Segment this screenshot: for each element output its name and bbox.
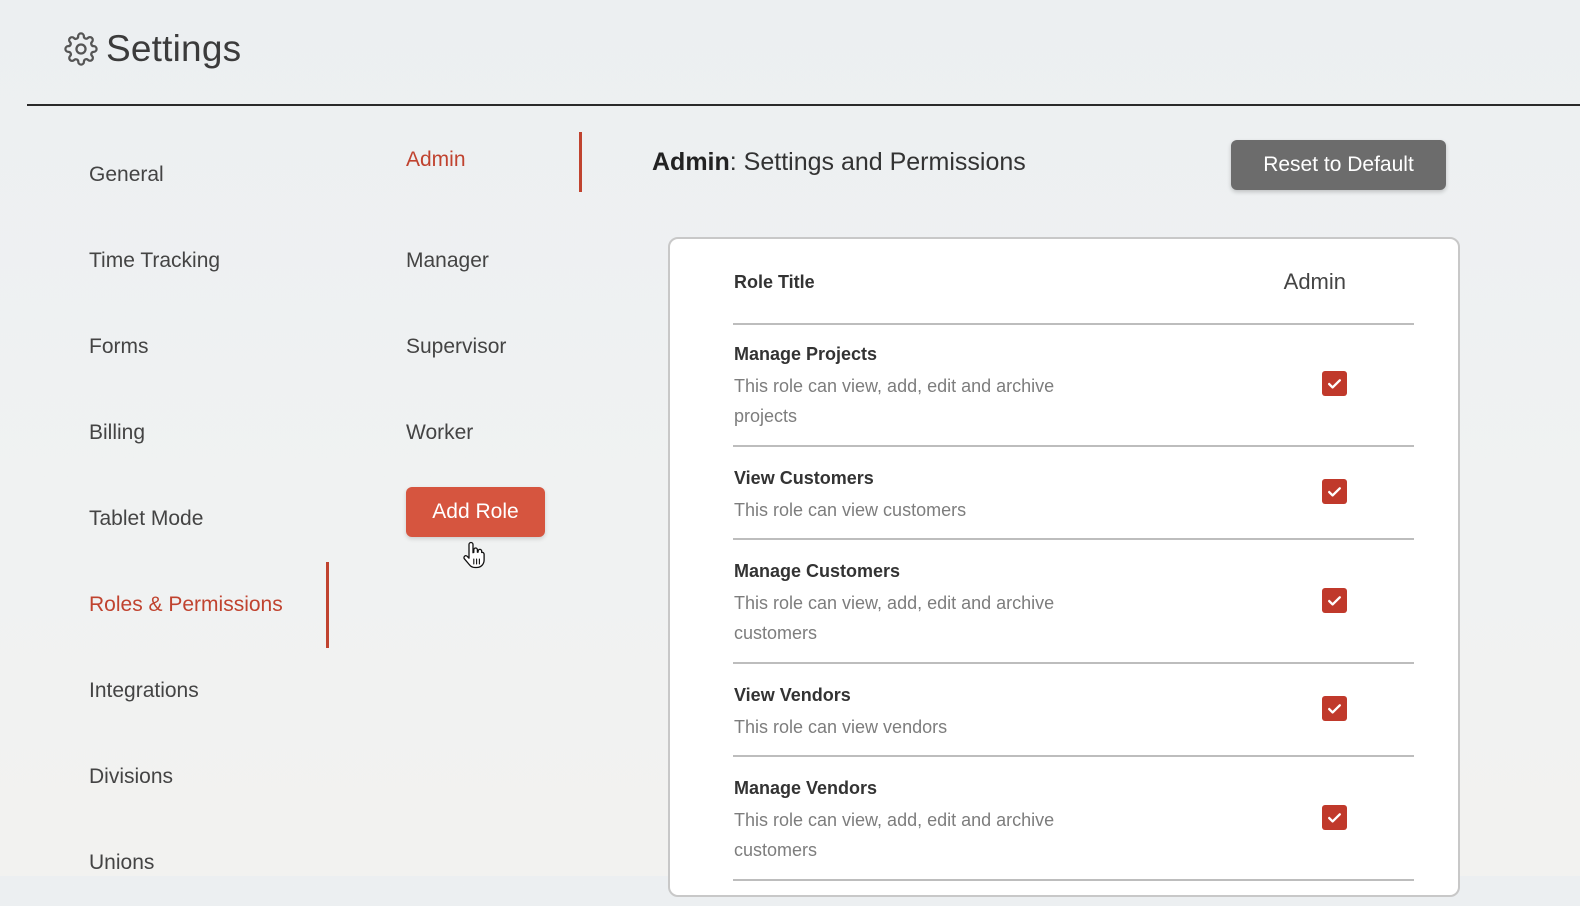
permission-title: View Customers xyxy=(734,468,874,488)
roles-list: Admin Manager Supervisor Worker xyxy=(406,132,582,476)
hand-pointer-icon xyxy=(463,541,485,569)
add-role-button[interactable]: Add Role xyxy=(406,487,545,537)
permission-title: Manage Vendors xyxy=(734,778,878,798)
panel-heading-suffix: : Settings and Permissions xyxy=(729,148,1026,176)
role-title-label: Role Title xyxy=(734,272,815,292)
panel-heading-role: Admin xyxy=(652,148,730,176)
checkmark-icon xyxy=(1328,379,1341,389)
gear-icon xyxy=(64,32,98,66)
nav-item-divisions[interactable]: Divisions xyxy=(89,734,329,820)
permission-row: Manage Customers This role can view, add… xyxy=(733,540,1414,664)
permissions-list: Manage Projects This role can view, add,… xyxy=(733,323,1414,881)
header-divider xyxy=(27,104,1580,106)
role-item-admin[interactable]: Admin xyxy=(406,132,582,218)
permission-checkbox[interactable] xyxy=(1322,479,1347,504)
permission-checkbox[interactable] xyxy=(1322,805,1347,830)
permission-title: Manage Projects xyxy=(734,344,878,364)
nav-item-general[interactable]: General xyxy=(89,132,329,218)
nav-item-billing[interactable]: Billing xyxy=(89,390,329,476)
reset-to-default-button[interactable]: Reset to Default xyxy=(1231,140,1446,190)
permission-checkbox[interactable] xyxy=(1322,588,1347,613)
permission-description: This role can view, add, edit and archiv… xyxy=(734,593,1055,643)
checkmark-icon xyxy=(1328,487,1341,497)
permission-title: View Vendors xyxy=(734,685,851,705)
nav-item-roles-permissions[interactable]: Roles & Permissions xyxy=(89,562,329,648)
nav-item-integrations[interactable]: Integrations xyxy=(89,648,329,734)
role-item-worker[interactable]: Worker xyxy=(406,390,582,476)
permissions-card: Role Title Admin Manage Projects This ro… xyxy=(668,237,1460,897)
permission-description: This role can view, add, edit and archiv… xyxy=(734,376,1055,426)
permission-description: This role can view, add, edit and archiv… xyxy=(734,810,1055,860)
permission-row: View Vendors This role can view vendors xyxy=(733,664,1414,757)
settings-nav: General Time Tracking Forms Billing Tabl… xyxy=(89,132,329,906)
nav-item-unions[interactable]: Unions xyxy=(89,820,329,906)
page-header: Settings xyxy=(64,28,241,70)
nav-item-tablet-mode[interactable]: Tablet Mode xyxy=(89,476,329,562)
role-item-manager[interactable]: Manager xyxy=(406,218,582,304)
permission-checkbox[interactable] xyxy=(1322,696,1347,721)
panel-heading: Admin: Settings and Permissions xyxy=(652,148,1026,177)
permission-row: View Customers This role can view custom… xyxy=(733,447,1414,540)
checkmark-icon xyxy=(1328,704,1341,714)
permissions-header: Role Title Admin xyxy=(733,239,1414,325)
permission-description: This role can view vendors xyxy=(734,717,948,737)
nav-item-time-tracking[interactable]: Time Tracking xyxy=(89,218,329,304)
role-title-value: Admin xyxy=(1283,269,1346,294)
permission-title: Manage Customers xyxy=(734,561,901,581)
permission-row: Manage Vendors This role can view, add, … xyxy=(733,757,1414,881)
role-item-supervisor[interactable]: Supervisor xyxy=(406,304,582,390)
nav-item-forms[interactable]: Forms xyxy=(89,304,329,390)
permission-row: Manage Projects This role can view, add,… xyxy=(733,323,1414,447)
checkmark-icon xyxy=(1328,813,1341,823)
page-title: Settings xyxy=(106,28,242,69)
permission-description: This role can view customers xyxy=(734,500,967,520)
checkmark-icon xyxy=(1328,596,1341,606)
permission-checkbox[interactable] xyxy=(1322,371,1347,396)
